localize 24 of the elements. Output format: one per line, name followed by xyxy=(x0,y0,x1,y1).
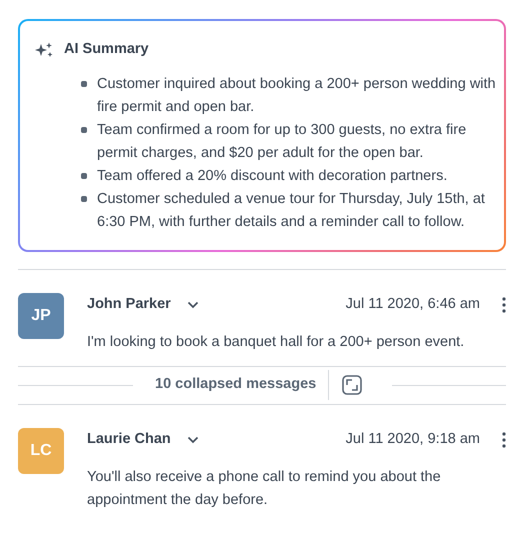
timestamp: Jul 11 2020, 6:46 am xyxy=(346,294,480,314)
chevron-down-icon[interactable] xyxy=(186,300,199,309)
summary-point: Team confirmed a room for up to 300 guests, no extra fire permit charges, and $20 per adult for the open bar. xyxy=(97,120,468,163)
summary-point: Team offered a 20% discount with decoration partners. xyxy=(97,166,448,186)
bullet-icon xyxy=(81,81,87,88)
chevron-down-icon[interactable] xyxy=(186,436,199,444)
summary-point: Customer inquired about booking a 200+ person wedding with fire permit and open bar. xyxy=(97,74,496,117)
sender-name: Laurie Chan xyxy=(87,430,171,449)
message-body: You'll also receive a phone call to remind you about the appointment the day before. xyxy=(87,468,442,510)
summary-title: AI Summary xyxy=(64,40,149,59)
avatar: JP xyxy=(18,292,64,339)
expand-icon[interactable] xyxy=(342,375,362,396)
more-options-icon[interactable] xyxy=(502,432,506,448)
avatar: LC xyxy=(18,428,64,474)
sender-name: John Parker xyxy=(87,294,171,314)
bullet-icon xyxy=(81,127,87,134)
bullet-icon xyxy=(81,173,87,180)
collapsed-messages-label[interactable]: 10 collapsed messages xyxy=(155,374,316,396)
timestamp: Jul 11 2020, 9:18 am xyxy=(346,430,480,449)
more-options-icon[interactable] xyxy=(502,296,506,313)
summary-point: Customer scheduled a venue tour for Thursday, July 15th, at 6:30 PM, with further details and a reminder call to follow. xyxy=(97,190,486,232)
bullet-icon xyxy=(81,196,87,202)
sparkle-icon xyxy=(34,42,54,58)
message-body: I'm looking to book a banquet hall for a 200+ person event. xyxy=(87,332,466,352)
